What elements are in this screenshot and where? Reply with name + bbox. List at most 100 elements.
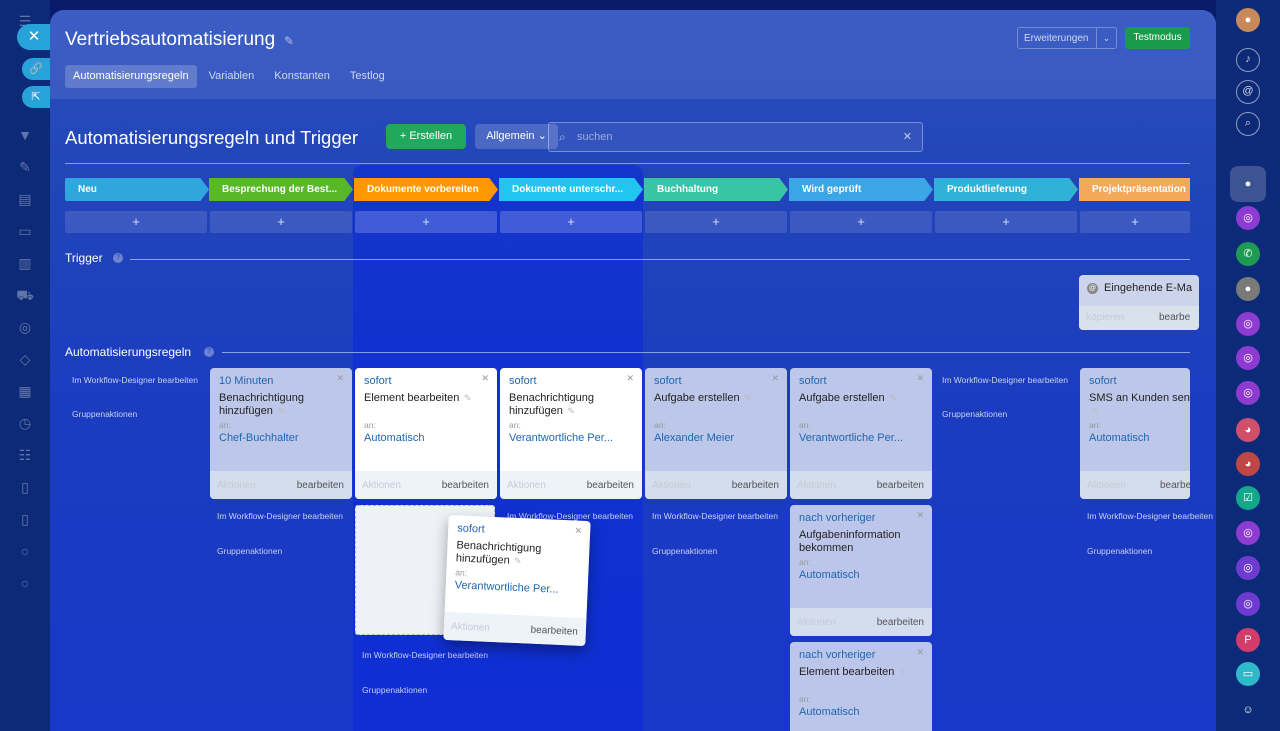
edit-link[interactable]: bearbeiten [732, 480, 779, 491]
rule-delay[interactable]: sofort [457, 522, 485, 535]
edit-link[interactable]: bearbeiten [442, 480, 489, 491]
filter-icon[interactable]: ▼ [14, 124, 36, 146]
clock-icon[interactable]: ◷ [14, 412, 36, 434]
box-icon[interactable]: ◇ [14, 348, 36, 370]
rule-delay[interactable]: sofort [799, 375, 827, 387]
group-actions-link[interactable]: Gruppenaktionen [362, 685, 427, 695]
stage-header-wird-geprueft[interactable]: Wird geprüft [789, 178, 933, 201]
stage-header-dokumente-vorbereiten[interactable]: Dokumente vorbereiten [354, 178, 498, 201]
group-avatar-1[interactable]: ◕ [1236, 418, 1260, 442]
search-input[interactable] [577, 123, 897, 151]
test-mode-button[interactable]: Testmodus [1125, 27, 1190, 49]
file-icon[interactable]: ▯ [14, 508, 36, 530]
workflow-designer-link[interactable]: Im Workflow-Designer bearbeiten [652, 510, 782, 522]
building-icon[interactable]: ▤ [14, 188, 36, 210]
close-icon[interactable]: ✕ [916, 373, 924, 384]
actions-link[interactable]: Aktionen [797, 617, 836, 628]
add-rule-button[interactable]: + [1080, 211, 1190, 233]
edit-link[interactable]: bearbeiten [297, 480, 344, 491]
rule-delay[interactable]: sofort [654, 375, 682, 387]
workflow-designer-link[interactable]: Im Workflow-Designer bearbeiten [362, 649, 492, 661]
edit-pencil-icon[interactable]: ✎ [896, 667, 907, 677]
add-rule-button[interactable]: + [65, 211, 207, 233]
edit-link[interactable]: bearbe [1160, 480, 1190, 491]
rule-recipient[interactable]: Automatisch [799, 569, 923, 581]
tab-constants[interactable]: Konstanten [266, 65, 338, 88]
workflow-designer-link[interactable]: Im Workflow-Designer bearbeiten [1087, 510, 1216, 522]
add-rule-button[interactable]: + [645, 211, 787, 233]
add-rule-button[interactable]: + [210, 211, 352, 233]
help-icon[interactable]: ? [204, 347, 214, 357]
rule-card[interactable]: sofort ✕ Benachrichtigung hinzufügen ✎ a… [500, 368, 642, 499]
circle-icon-2[interactable]: ○ [14, 572, 36, 594]
calendar-icon[interactable]: ▦ [14, 380, 36, 402]
edit-pencil-icon[interactable]: ✎ [887, 393, 897, 403]
chat-icon-1[interactable]: ◎ [1236, 206, 1260, 230]
chevron-down-icon[interactable]: ⌄ [1096, 28, 1116, 48]
rule-recipient[interactable]: Automatisch [1089, 432, 1190, 444]
rule-delay[interactable]: nach vorheriger [799, 512, 875, 524]
workflow-designer-link[interactable]: Im Workflow-Designer bearbeiten [217, 510, 347, 522]
edit-pencil-icon[interactable]: ✎ [511, 556, 522, 566]
close-icon[interactable]: ✕ [771, 373, 779, 384]
close-icon[interactable]: ✕ [336, 373, 344, 384]
close-icon[interactable]: ✕ [916, 510, 924, 521]
circle-icon[interactable]: ○ [14, 540, 36, 562]
rule-card[interactable]: 10 Minuten ✕ Benachrichtigung hinzufügen… [210, 368, 352, 499]
rule-delay[interactable]: sofort [364, 375, 392, 387]
bell-icon[interactable]: ♪ [1236, 48, 1260, 72]
workflow-designer-link[interactable]: Im Workflow-Designer bearbeiten [942, 374, 1072, 386]
chat-icon-3[interactable]: ◎ [1236, 346, 1260, 370]
tab-variables[interactable]: Variablen [201, 65, 263, 88]
group-avatar-2[interactable]: ◕ [1236, 452, 1260, 476]
trigger-copy-link[interactable]: kopieren [1086, 312, 1124, 323]
edit-link[interactable]: bearbeiten [877, 617, 924, 628]
workflow-designer-link[interactable]: Im Workflow-Designer bearbeiten [72, 374, 202, 386]
rule-delay[interactable]: nach vorheriger [799, 649, 875, 661]
stage-header-besprechung[interactable]: Besprechung der Best... [209, 178, 353, 201]
group-actions-link[interactable]: Gruppenaktionen [942, 409, 1007, 419]
message-icon[interactable]: ▭ [1236, 662, 1260, 686]
rule-card[interactable]: nach vorheriger ✕ Element bearbeiten ✎ a… [790, 642, 932, 731]
phone-icon[interactable]: ✆ [1236, 242, 1260, 266]
rule-recipient[interactable]: Alexander Meier [654, 432, 778, 444]
rule-delay[interactable]: 10 Minuten [219, 375, 273, 387]
actions-link[interactable]: Aktionen [451, 621, 490, 634]
actions-link[interactable]: Aktionen [652, 480, 691, 491]
add-rule-button[interactable]: + [935, 211, 1077, 233]
general-dropdown[interactable]: Allgemein ⌄ [475, 124, 558, 149]
tab-automation-rules[interactable]: Automatisierungsregeln [65, 65, 197, 88]
edit-pencil-icon[interactable]: ✎ [461, 393, 472, 403]
edit-pencil-icon[interactable]: ✎ [1091, 406, 1099, 417]
group-actions-link[interactable]: Gruppenaktionen [217, 546, 282, 556]
actions-link[interactable]: Aktionen [217, 480, 256, 491]
rule-delay[interactable]: sofort [509, 375, 537, 387]
rule-recipient[interactable]: Verantwortliche Per... [509, 432, 633, 444]
group-actions-link[interactable]: Gruppenaktionen [652, 546, 717, 556]
add-rule-button[interactable]: + [355, 211, 497, 233]
actions-link[interactable]: Aktionen [362, 480, 401, 491]
task-icon[interactable]: ☑ [1236, 486, 1260, 510]
stage-header-neu[interactable]: Neu [65, 178, 209, 201]
people-icon[interactable]: ☺ [1236, 698, 1260, 722]
chat-icon-4[interactable]: ◎ [1236, 381, 1260, 405]
rule-recipient[interactable]: Verantwortliche Per... [454, 579, 558, 596]
rule-delay[interactable]: sofort [1089, 375, 1117, 387]
stage-header-produktlieferung[interactable]: Produktlieferung [934, 178, 1078, 201]
edit-pencil-icon[interactable]: ✎ [565, 406, 575, 416]
help-icon[interactable]: ? [113, 253, 123, 263]
rule-card[interactable]: sofort ✕ Aufgabe erstellen ✎ an: Alexand… [645, 368, 787, 499]
rule-card[interactable]: sofort ✕ Aufgabe erstellen ✎ an: Verantw… [790, 368, 932, 499]
profile-avatar-p[interactable]: P [1236, 628, 1260, 652]
edit-link[interactable]: bearbeiten [587, 480, 634, 491]
pin-icon[interactable]: ✎ [284, 34, 294, 48]
target-icon[interactable]: ◎ [14, 316, 36, 338]
edit-link[interactable]: bearbeiten [877, 480, 924, 491]
at-icon[interactable]: @ [1236, 80, 1260, 104]
trigger-card[interactable]: @ Eingehende E-Ma kopieren bearbe [1079, 275, 1199, 330]
rule-card[interactable]: sofort ✕ Element bearbeiten ✎ an: Automa… [355, 368, 497, 499]
dragged-rule-card[interactable]: sofort ✕ Benachrichtigung hinzufügen ✎ a… [443, 514, 591, 647]
group-actions-link[interactable]: Gruppenaktionen [72, 409, 137, 419]
clear-search-icon[interactable]: ✕ [903, 130, 912, 143]
tab-testlog[interactable]: Testlog [342, 65, 393, 88]
